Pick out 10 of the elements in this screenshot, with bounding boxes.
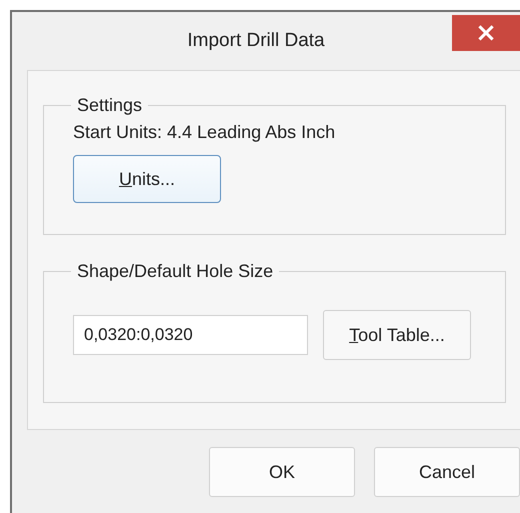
group-label: Settings bbox=[76, 95, 144, 116]
window-title: Import Drill Data bbox=[187, 30, 325, 52]
start-units-text: Start Units: 4.4 Leading Abs Inch bbox=[73, 122, 336, 143]
ok-button[interactable]: OK bbox=[209, 447, 355, 497]
group-label: Shape/Default Hole Size bbox=[76, 261, 274, 282]
units-button[interactable]: Units... bbox=[73, 155, 221, 203]
tool-table-button[interactable]: Tool Table... bbox=[323, 310, 471, 360]
close-button[interactable]: × bbox=[452, 15, 520, 51]
cancel-button[interactable]: Cancel bbox=[374, 447, 520, 497]
hole-size-field[interactable]: 0,0320:0,0320 bbox=[73, 315, 308, 355]
